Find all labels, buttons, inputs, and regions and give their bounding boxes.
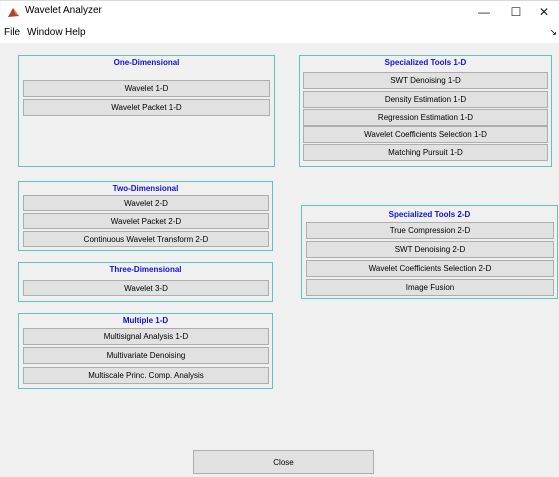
panel-title: Three-Dimensional [109, 265, 182, 274]
wavelet-2d-button[interactable]: Wavelet 2-D [23, 195, 269, 211]
panel-title: Multiple 1-D [122, 316, 169, 325]
minimize-button[interactable]: — [469, 1, 499, 23]
close-button[interactable]: Close [193, 450, 374, 474]
panel-title: Specialized Tools 2-D [388, 210, 471, 219]
menu-window[interactable]: Window [27, 27, 63, 38]
panel-title: Two-Dimensional [112, 184, 179, 193]
multisignal-analysis-1d-button[interactable]: Multisignal Analysis 1-D [23, 328, 269, 345]
panel-specialized-tools-1d: Specialized Tools 1-D SWT Denoising 1-D … [299, 55, 552, 167]
matlab-icon [8, 8, 19, 17]
cwt-2d-button[interactable]: Continuous Wavelet Transform 2-D [23, 231, 269, 247]
swt-denoising-2d-button[interactable]: SWT Denoising 2-D [306, 241, 554, 258]
panel-three-dimensional: Three-Dimensional Wavelet 3-D [18, 262, 273, 302]
window-title: Wavelet Analyzer [25, 5, 102, 16]
maximize-button[interactable]: ☐ [501, 1, 531, 23]
menu-file[interactable]: File [4, 27, 20, 38]
wavelet-coefficients-selection-1d-button[interactable]: Wavelet Coefficients Selection 1-D [303, 126, 548, 143]
wavelet-1d-button[interactable]: Wavelet 1-D [23, 80, 270, 97]
density-estimation-1d-button[interactable]: Density Estimation 1-D [303, 91, 548, 108]
image-fusion-button[interactable]: Image Fusion [306, 279, 554, 296]
menu-overflow-icon[interactable]: ↘ [549, 27, 557, 38]
wavelet-packet-2d-button[interactable]: Wavelet Packet 2-D [23, 213, 269, 229]
close-window-button[interactable]: ✕ [529, 1, 559, 23]
wavelet-packet-1d-button[interactable]: Wavelet Packet 1-D [23, 99, 270, 116]
panel-multiple-1d: Multiple 1-D Multisignal Analysis 1-D Mu… [18, 313, 273, 389]
title-bar: Wavelet Analyzer — ☐ ✕ [0, 0, 559, 24]
regression-estimation-1d-button[interactable]: Regression Estimation 1-D [303, 109, 548, 126]
matching-pursuit-1d-button[interactable]: Matching Pursuit 1-D [303, 144, 548, 161]
menu-help[interactable]: Help [65, 27, 86, 38]
panel-title: Specialized Tools 1-D [384, 58, 467, 67]
swt-denoising-1d-button[interactable]: SWT Denoising 1-D [303, 72, 548, 89]
wavelet-3d-button[interactable]: Wavelet 3-D [23, 280, 269, 296]
panel-two-dimensional: Two-Dimensional Wavelet 2-D Wavelet Pack… [18, 181, 273, 251]
panel-title: One-Dimensional [113, 58, 180, 67]
wavelet-coefficients-selection-2d-button[interactable]: Wavelet Coefficients Selection 2-D [306, 260, 554, 277]
menu-bar: File Window Help ↘ [0, 24, 559, 43]
true-compression-2d-button[interactable]: True Compression 2-D [306, 222, 554, 239]
panel-one-dimensional: One-Dimensional Wavelet 1-D Wavelet Pack… [18, 55, 275, 167]
panel-specialized-tools-2d: Specialized Tools 2-D True Compression 2… [301, 205, 558, 299]
multivariate-denoising-button[interactable]: Multivariate Denoising [23, 347, 269, 364]
multiscale-pca-button[interactable]: Multiscale Princ. Comp. Analysis [23, 367, 269, 384]
